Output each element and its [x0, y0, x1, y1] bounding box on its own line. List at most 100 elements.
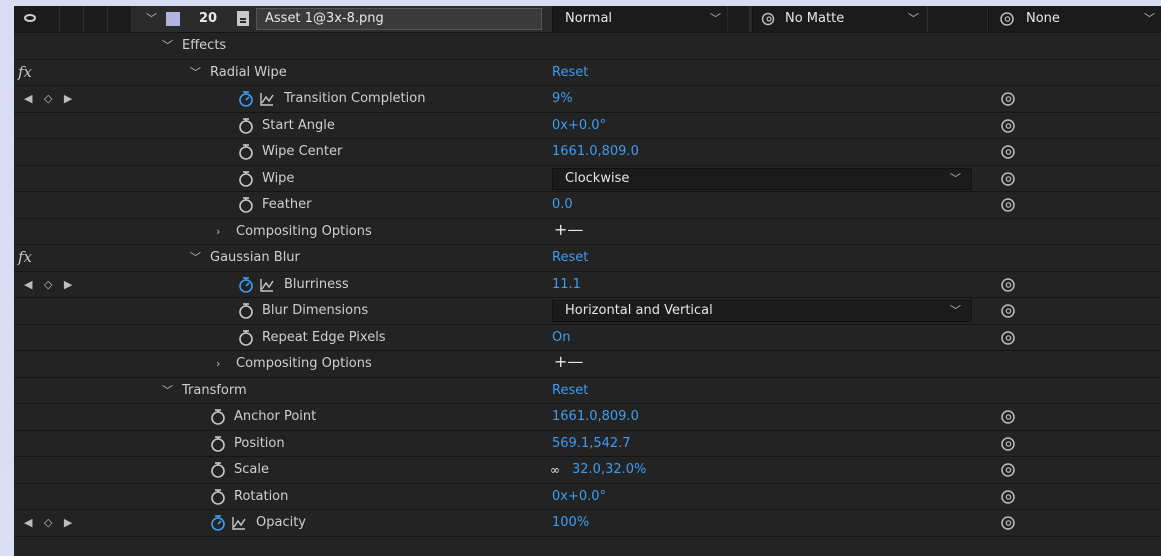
keyframe-navigator[interactable]: ◀ ◇ ▶	[24, 91, 76, 107]
blend-mode-value: Normal	[565, 11, 613, 26]
property-row[interactable]: Wipe Center 1661.0,809.0	[14, 139, 1161, 166]
property-value[interactable]: On	[552, 330, 570, 346]
stopwatch-icon[interactable]	[210, 435, 226, 453]
chevron-right-icon[interactable]: ›	[216, 224, 220, 240]
stopwatch-icon[interactable]	[238, 329, 254, 347]
pick-whip-icon[interactable]	[1000, 277, 1016, 293]
pick-whip-icon[interactable]	[1000, 330, 1016, 346]
timeline-panel: ﹀ 20 Asset 1@3x-8.png Normal ﹀ No Matte …	[14, 6, 1161, 556]
constrain-proportions-icon[interactable]: ∞	[550, 462, 560, 478]
pick-whip-icon[interactable]	[1000, 489, 1016, 505]
graph-editor-icon[interactable]	[259, 277, 275, 293]
chevron-down-icon[interactable]: ﹀	[190, 250, 201, 266]
property-row[interactable]: Anchor Point 1661.0,809.0	[14, 404, 1161, 431]
pick-whip-icon[interactable]	[1000, 436, 1016, 452]
lock-switch[interactable]	[108, 6, 132, 32]
pick-whip-icon[interactable]	[1000, 409, 1016, 425]
pick-whip-icon[interactable]	[1000, 515, 1016, 531]
graph-editor-icon[interactable]	[259, 91, 275, 107]
property-value[interactable]: 9%	[552, 91, 573, 107]
fx-icon[interactable]: fx	[18, 63, 32, 81]
track-matte-dropdown[interactable]: No Matte ﹀	[752, 6, 927, 32]
stopwatch-icon[interactable]	[238, 170, 254, 188]
property-value[interactable]: 32.0,32.0%	[572, 462, 646, 478]
stopwatch-icon[interactable]	[210, 514, 226, 532]
reset-link[interactable]: Reset	[552, 65, 588, 81]
property-value[interactable]: 1661.0,809.0	[552, 144, 639, 160]
stopwatch-icon[interactable]	[238, 276, 254, 294]
add-remove-controls[interactable]: +—	[554, 354, 583, 370]
pick-whip-icon[interactable]	[1000, 197, 1016, 213]
property-value[interactable]: 0x+0.0°	[552, 489, 606, 505]
chevron-down-icon[interactable]: ﹀	[162, 383, 173, 399]
blend-mode-dropdown[interactable]: Normal ﹀	[552, 6, 727, 32]
chevron-down-icon[interactable]: ﹀	[146, 11, 157, 27]
solo-switch[interactable]	[84, 6, 108, 32]
audio-switch[interactable]	[60, 6, 84, 32]
property-row[interactable]: ◀ ◇ ▶ Transition Completion 9%	[14, 86, 1161, 113]
property-value[interactable]: 100%	[552, 515, 589, 531]
property-row[interactable]: Repeat Edge Pixels On	[14, 325, 1161, 351]
spacer	[927, 6, 987, 32]
add-remove-controls[interactable]: +—	[554, 221, 583, 238]
preserve-transparency-switch[interactable]	[728, 6, 750, 32]
stopwatch-icon[interactable]	[210, 488, 226, 506]
pick-whip-icon[interactable]	[1000, 171, 1016, 187]
property-value[interactable]: 1661.0,809.0	[552, 409, 639, 425]
keyframe-navigator[interactable]: ◀ ◇ ▶	[24, 515, 76, 531]
eye-icon[interactable]	[24, 14, 36, 22]
reset-link[interactable]: Reset	[552, 383, 588, 399]
property-dropdown[interactable]: Clockwise ﹀	[552, 167, 972, 190]
property-row[interactable]: Feather 0.0	[14, 192, 1161, 219]
chevron-right-icon[interactable]: ›	[216, 356, 220, 372]
property-dropdown[interactable]: Horizontal and Vertical ﹀	[552, 300, 972, 322]
property-row[interactable]: ◀ ◇ ▶ Blurriness 11.1	[14, 272, 1161, 298]
layer-name-field[interactable]: Asset 1@3x-8.png	[256, 8, 542, 30]
property-row[interactable]: ◀ ◇ ▶ Opacity 100%	[14, 510, 1161, 537]
stopwatch-icon[interactable]	[210, 461, 226, 479]
chevron-down-icon: ﹀	[710, 12, 721, 25]
property-row[interactable]: ﹀ Effects	[14, 33, 1161, 60]
graph-editor-icon[interactable]	[231, 515, 247, 531]
stopwatch-icon[interactable]	[238, 117, 254, 135]
property-value[interactable]: 0.0	[552, 197, 573, 213]
layer-row[interactable]: ﹀ 20 Asset 1@3x-8.png Normal ﹀ No Matte …	[14, 6, 1161, 33]
track-matte-value: No Matte	[785, 11, 845, 26]
property-row[interactable]: › Compositing Options +—	[14, 351, 1161, 378]
property-row[interactable]: Rotation 0x+0.0°	[14, 484, 1161, 510]
pick-whip-icon[interactable]	[1000, 462, 1016, 478]
matte-pick-whip-icon[interactable]	[761, 11, 777, 27]
chevron-down-icon[interactable]: ﹀	[162, 38, 173, 54]
property-value[interactable]: 0x+0.0°	[552, 118, 606, 134]
property-value[interactable]: 11.1	[552, 277, 581, 293]
parent-pick-whip-icon[interactable]	[999, 11, 1015, 27]
property-row[interactable]: Position 569.1,542.7	[14, 431, 1161, 457]
property-row[interactable]: Start Angle 0x+0.0°	[14, 113, 1161, 139]
pick-whip-icon[interactable]	[1000, 303, 1016, 319]
property-row[interactable]: Wipe Clockwise ﹀	[14, 166, 1161, 192]
property-row[interactable]: Blur Dimensions Horizontal and Vertical ﹀	[14, 298, 1161, 325]
pick-whip-icon[interactable]	[1000, 118, 1016, 134]
stopwatch-icon[interactable]	[210, 408, 226, 426]
property-label: Scale	[234, 462, 269, 477]
pick-whip-icon[interactable]	[1000, 91, 1016, 107]
reset-link[interactable]: Reset	[552, 250, 588, 266]
property-row[interactable]: fx ﹀ Radial Wipe Reset	[14, 60, 1161, 86]
parent-dropdown[interactable]: None ﹀	[988, 6, 1161, 32]
keyframe-navigator[interactable]: ◀ ◇ ▶	[24, 277, 76, 293]
fx-icon[interactable]: fx	[18, 248, 32, 266]
property-row[interactable]: Scale ∞ 32.0,32.0%	[14, 457, 1161, 484]
label-color-swatch[interactable]	[166, 12, 180, 26]
pick-whip-icon[interactable]	[1000, 144, 1016, 160]
chevron-down-icon[interactable]: ﹀	[190, 65, 201, 81]
av-switch-column	[14, 6, 60, 32]
stopwatch-icon[interactable]	[238, 143, 254, 161]
stopwatch-icon[interactable]	[238, 302, 254, 320]
chevron-down-icon: ﹀	[950, 171, 961, 185]
property-row[interactable]: fx ﹀ Gaussian Blur Reset	[14, 245, 1161, 272]
property-row[interactable]: › Compositing Options +—	[14, 219, 1161, 245]
property-row[interactable]: ﹀ Transform Reset	[14, 378, 1161, 404]
property-value[interactable]: 569.1,542.7	[552, 436, 631, 452]
stopwatch-icon[interactable]	[238, 90, 254, 108]
stopwatch-icon[interactable]	[238, 196, 254, 214]
